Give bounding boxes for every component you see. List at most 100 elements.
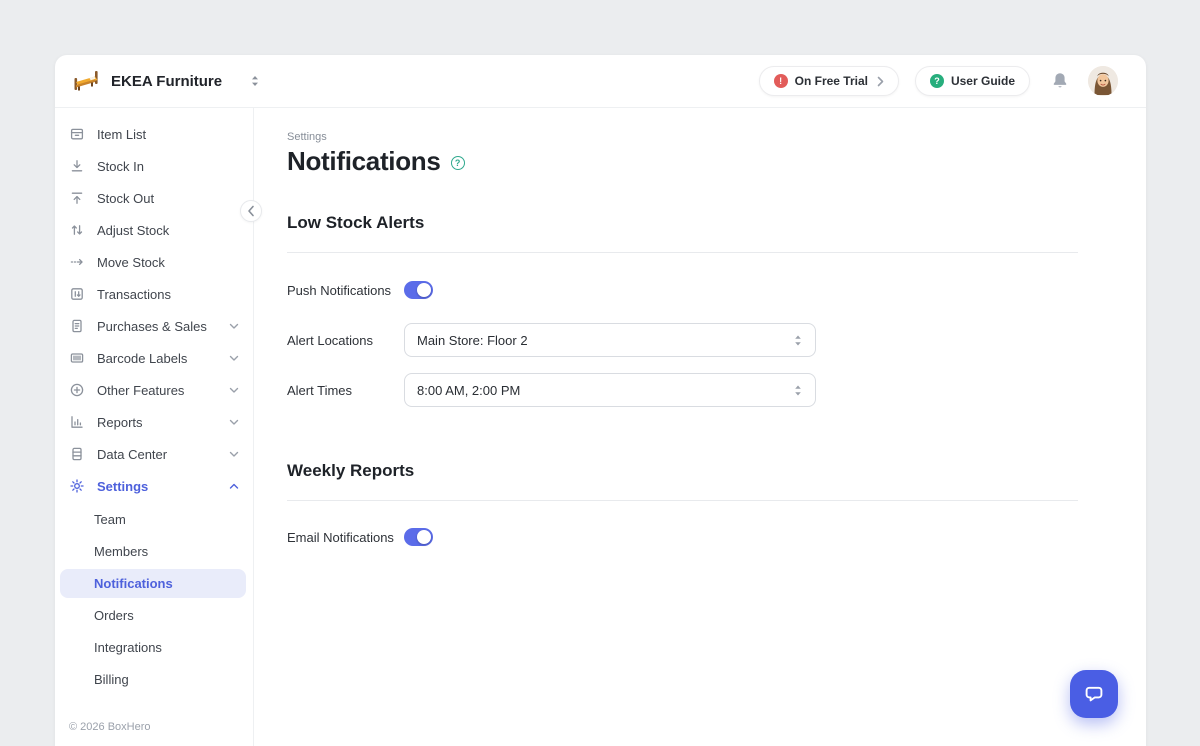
sidebar-collapse-button[interactable] xyxy=(240,200,262,222)
workspace-logo-bed-icon xyxy=(69,66,103,96)
chevron-down-icon xyxy=(229,323,239,330)
alert-locations-label: Alert Locations xyxy=(287,333,404,348)
toggle-knob xyxy=(417,283,431,297)
sidebar-item-data-center[interactable]: Data Center xyxy=(55,438,253,470)
header-actions: ! On Free Trial ? User Guide xyxy=(759,66,1118,96)
sidebar-item-label: Settings xyxy=(97,479,217,494)
sidebar-item-stock-in[interactable]: Stock In xyxy=(55,150,253,182)
chevron-down-icon xyxy=(229,419,239,426)
section-heading: Low Stock Alerts xyxy=(287,213,1146,233)
database-icon xyxy=(69,446,85,462)
sidebar-item-purchases-sales[interactable]: Purchases & Sales xyxy=(55,310,253,342)
alert-times-row: Alert Times 8:00 AM, 2:00 PM xyxy=(287,373,1078,407)
alert-locations-value: Main Store: Floor 2 xyxy=(417,333,793,348)
alert-locations-row: Alert Locations Main Store: Floor 2 xyxy=(287,323,1078,357)
document-icon xyxy=(69,318,85,334)
sidebar-subitem-team[interactable]: Team xyxy=(60,505,246,534)
chevron-up-icon xyxy=(229,483,239,490)
arrow-up-tray-icon xyxy=(69,190,85,206)
push-notifications-toggle[interactable] xyxy=(404,281,433,299)
sidebar-item-adjust-stock[interactable]: Adjust Stock xyxy=(55,214,253,246)
sidebar-item-label: Other Features xyxy=(97,383,217,398)
transactions-box-icon xyxy=(69,286,85,302)
arrow-down-tray-icon xyxy=(69,158,85,174)
sidebar-item-label: Data Center xyxy=(97,447,217,462)
page-title: Notifications xyxy=(287,146,441,177)
chevron-down-icon xyxy=(229,387,239,394)
sidebar-item-settings[interactable]: Settings xyxy=(55,470,253,502)
sidebar-item-other-features[interactable]: Other Features xyxy=(55,374,253,406)
app-window: EKEA Furniture ! On Free Trial ? User Gu… xyxy=(55,55,1146,746)
user-guide-button[interactable]: ? User Guide xyxy=(915,66,1030,96)
sidebar-subitem-integrations[interactable]: Integrations xyxy=(60,633,246,662)
barcode-icon xyxy=(69,350,85,366)
chevron-down-icon xyxy=(229,355,239,362)
workspace-name: EKEA Furniture xyxy=(111,73,222,90)
sidebar-subitem-label: Team xyxy=(94,512,126,527)
toggle-knob xyxy=(417,530,431,544)
sidebar-item-barcode-labels[interactable]: Barcode Labels xyxy=(55,342,253,374)
gear-icon xyxy=(69,478,85,494)
sidebar-subitem-billing[interactable]: Billing xyxy=(60,665,246,694)
sidebar-item-label: Move Stock xyxy=(97,255,239,270)
chevron-right-icon xyxy=(877,76,884,87)
bar-chart-icon xyxy=(69,414,85,430)
arrows-up-down-icon xyxy=(69,222,85,238)
notifications-bell-icon[interactable] xyxy=(1048,69,1072,93)
sidebar-item-label: Barcode Labels xyxy=(97,351,217,366)
free-trial-badge[interactable]: ! On Free Trial xyxy=(759,66,899,96)
sidebar-subitem-members[interactable]: Members xyxy=(60,537,246,566)
sidebar-item-label: Purchases & Sales xyxy=(97,319,217,334)
guide-question-icon: ? xyxy=(930,74,944,88)
sidebar-item-label: Item List xyxy=(97,127,239,142)
section-divider xyxy=(287,500,1078,501)
sidebar-item-transactions[interactable]: Transactions xyxy=(55,278,253,310)
help-question-icon[interactable]: ? xyxy=(451,156,465,170)
push-notifications-row: Push Notifications xyxy=(287,281,1078,299)
sidebar-item-reports[interactable]: Reports xyxy=(55,406,253,438)
chevron-down-icon xyxy=(229,451,239,458)
select-stepper-icon xyxy=(793,384,803,397)
sidebar-subitem-label: Notifications xyxy=(94,576,173,591)
alert-times-label: Alert Times xyxy=(287,383,404,398)
free-trial-label: On Free Trial xyxy=(795,74,868,88)
sidebar-item-label: Adjust Stock xyxy=(97,223,239,238)
support-chat-button[interactable] xyxy=(1070,670,1118,718)
sidebar-item-label: Stock Out xyxy=(97,191,239,206)
sidebar-subitem-label: Members xyxy=(94,544,148,559)
select-stepper-icon xyxy=(793,334,803,347)
sidebar-item-stock-out[interactable]: Stock Out xyxy=(55,182,253,214)
push-notifications-label: Push Notifications xyxy=(287,283,404,298)
low-stock-alerts-section: Low Stock Alerts Push Notifications Aler… xyxy=(287,213,1146,407)
sidebar-item-label: Reports xyxy=(97,415,217,430)
sidebar-item-label: Stock In xyxy=(97,159,239,174)
section-divider xyxy=(287,252,1078,253)
plus-circle-icon xyxy=(69,382,85,398)
email-notifications-label: Email Notifications xyxy=(287,530,404,545)
workspace-switcher-icon[interactable] xyxy=(250,75,260,87)
alert-times-value: 8:00 AM, 2:00 PM xyxy=(417,383,793,398)
email-notifications-toggle[interactable] xyxy=(404,528,433,546)
arrow-right-dashed-icon xyxy=(69,254,85,270)
weekly-reports-section: Weekly Reports Email Notifications xyxy=(287,461,1146,546)
main-content: Settings Notifications ? Low Stock Alert… xyxy=(254,108,1146,746)
alert-times-select[interactable]: 8:00 AM, 2:00 PM xyxy=(404,373,816,407)
sidebar-subitem-label: Billing xyxy=(94,672,129,687)
top-header: EKEA Furniture ! On Free Trial ? User Gu… xyxy=(55,55,1146,108)
sidebar-item-item-list[interactable]: Item List xyxy=(55,118,253,150)
sidebar-item-label: Transactions xyxy=(97,287,239,302)
sidebar-subitem-label: Orders xyxy=(94,608,134,623)
copyright-text: © 2026 BoxHero xyxy=(69,721,151,733)
trial-alert-icon: ! xyxy=(774,74,788,88)
user-avatar[interactable] xyxy=(1088,66,1118,96)
sidebar-subitem-orders[interactable]: Orders xyxy=(60,601,246,630)
box-icon xyxy=(69,126,85,142)
sidebar-item-move-stock[interactable]: Move Stock xyxy=(55,246,253,278)
user-guide-label: User Guide xyxy=(951,74,1015,88)
email-notifications-row: Email Notifications xyxy=(287,528,1078,546)
sidebar-subitem-label: Integrations xyxy=(94,640,162,655)
alert-locations-select[interactable]: Main Store: Floor 2 xyxy=(404,323,816,357)
chat-bubble-icon xyxy=(1081,681,1107,707)
sidebar-subitem-notifications[interactable]: Notifications xyxy=(60,569,246,598)
section-heading: Weekly Reports xyxy=(287,461,1146,481)
